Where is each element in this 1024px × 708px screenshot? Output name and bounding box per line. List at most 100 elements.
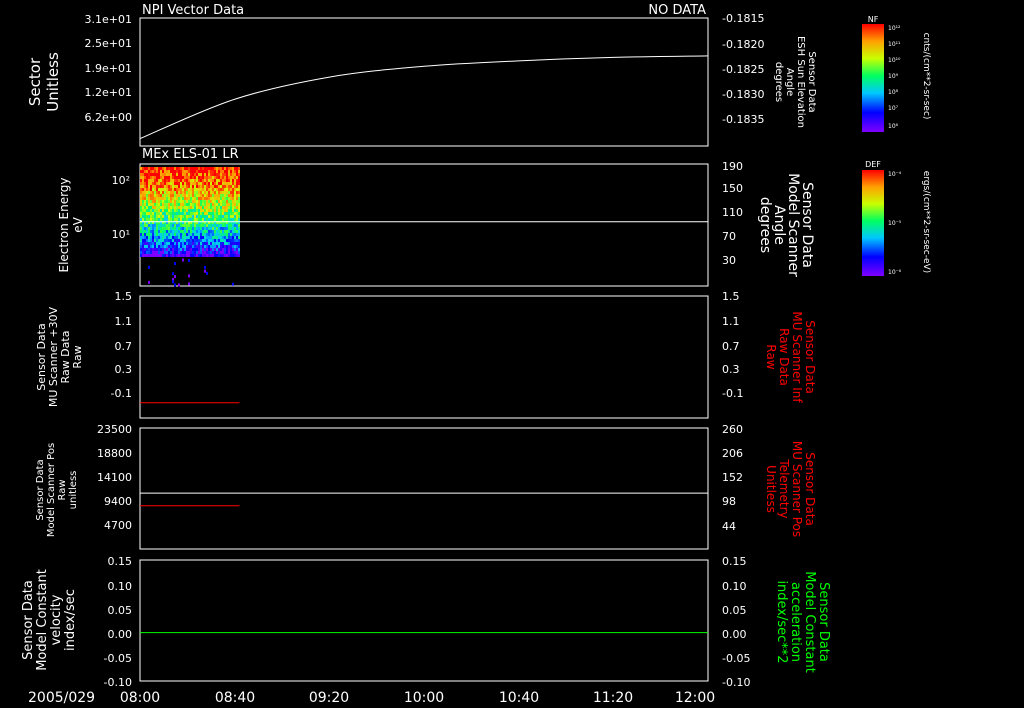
spectrogram-cell bbox=[182, 258, 184, 262]
spectrogram-cell bbox=[186, 224, 188, 227]
spectrogram-cell bbox=[148, 173, 150, 176]
spectrogram-cell bbox=[170, 251, 172, 254]
spectrogram-cell bbox=[182, 230, 184, 233]
spectrogram-cell bbox=[160, 224, 162, 227]
spectrogram-cell bbox=[148, 179, 150, 182]
spectrogram-cell bbox=[174, 188, 176, 191]
spectrogram-cell bbox=[180, 188, 182, 191]
spectrogram-cell bbox=[166, 227, 168, 230]
spectrogram-cell bbox=[192, 251, 194, 254]
spectrogram-cell bbox=[234, 173, 236, 176]
spectrogram-cell bbox=[158, 251, 160, 254]
spectrogram-cell bbox=[188, 179, 190, 182]
spectrogram-cell bbox=[166, 224, 168, 227]
spectrogram-cell bbox=[200, 251, 202, 254]
spectrogram-cell bbox=[214, 251, 216, 254]
spectrogram-cell bbox=[162, 179, 164, 182]
spectrogram-cell bbox=[218, 212, 220, 215]
spectrogram-cell bbox=[210, 179, 212, 182]
spectrogram-cell bbox=[178, 218, 180, 221]
spectrogram-cell bbox=[190, 254, 192, 257]
spectrogram-cell bbox=[186, 230, 188, 233]
spectrogram-cell bbox=[160, 176, 162, 179]
spectrogram-cell bbox=[170, 248, 172, 251]
spectrogram-cell bbox=[140, 167, 142, 170]
spectrogram-cell bbox=[140, 254, 142, 257]
spectrogram-cell bbox=[208, 167, 210, 170]
colorbar-tick: 10¹² bbox=[888, 25, 901, 32]
spectrogram-cell bbox=[202, 224, 204, 227]
spectrogram-cell bbox=[190, 230, 192, 233]
spectrogram-cell bbox=[156, 233, 158, 236]
spectrogram-cell bbox=[202, 233, 204, 236]
spectrogram-cell bbox=[154, 236, 156, 239]
spectrogram-cell bbox=[230, 218, 232, 221]
spectrogram-cell bbox=[188, 251, 190, 254]
spectrogram-cell bbox=[226, 215, 228, 218]
spectrogram-cell bbox=[164, 248, 166, 251]
spectrogram-cell bbox=[148, 265, 150, 269]
spectrogram-cell bbox=[208, 197, 210, 200]
spectrogram-cell bbox=[152, 215, 154, 218]
spectrogram-cell bbox=[186, 233, 188, 236]
spectrogram-cell bbox=[200, 248, 202, 251]
axis-label-line: Sensor Data bbox=[803, 452, 817, 526]
spectrogram-cell bbox=[202, 179, 204, 182]
spectrogram-cell bbox=[170, 176, 172, 179]
spectrogram-cell bbox=[142, 191, 144, 194]
plot-frame bbox=[139, 559, 709, 682]
spectrogram-cell bbox=[238, 170, 240, 173]
spectrogram-cell bbox=[184, 200, 186, 203]
right-ticks: 0.15 0.10 0.05 0.00 -0.05 -0.10 bbox=[722, 555, 750, 689]
spectrogram-cell bbox=[218, 206, 220, 209]
spectrogram-cell bbox=[236, 236, 238, 239]
spectrogram-cell bbox=[218, 203, 220, 206]
spectrogram-cell bbox=[230, 170, 232, 173]
spectrogram-cell bbox=[198, 239, 200, 242]
axis-label-line: Sensor Data bbox=[816, 582, 831, 662]
spectrogram-cell bbox=[176, 206, 178, 209]
spectrogram-cell bbox=[204, 167, 206, 170]
spectrogram-cell bbox=[210, 167, 212, 170]
spectrogram-cell bbox=[236, 197, 238, 200]
spectrogram-cell bbox=[208, 200, 210, 203]
spectrogram-cell bbox=[196, 239, 198, 242]
spectrogram-cell bbox=[156, 254, 158, 257]
spectrogram-cell bbox=[184, 179, 186, 182]
spectrogram-cell bbox=[214, 245, 216, 248]
y-tick-label: 23500 bbox=[97, 423, 132, 436]
spectrogram-cell bbox=[182, 254, 184, 257]
spectrogram-cell bbox=[168, 227, 170, 230]
spectrogram-cell bbox=[152, 218, 154, 221]
spectrogram-cell bbox=[140, 203, 142, 206]
spectrogram-cell bbox=[182, 176, 184, 179]
spectrogram-cell bbox=[206, 200, 208, 203]
spectrogram-cell bbox=[158, 203, 160, 206]
spectrogram-cell bbox=[224, 197, 226, 200]
spectrogram-cell bbox=[190, 215, 192, 218]
spectrogram-cell bbox=[158, 236, 160, 239]
spectrogram-cell bbox=[170, 230, 172, 233]
spectrogram-cell bbox=[156, 179, 158, 182]
spectrogram-cell bbox=[200, 242, 202, 245]
spectrogram-cell bbox=[180, 182, 182, 185]
spectrogram-cell bbox=[166, 218, 168, 221]
spectrogram-cell bbox=[236, 206, 238, 209]
spectrogram-cell bbox=[232, 197, 234, 200]
spectrogram-cell bbox=[172, 185, 174, 188]
y-tick-label: 44 bbox=[722, 520, 736, 533]
spectrogram-cell bbox=[226, 236, 228, 239]
spectrogram-cell bbox=[196, 188, 198, 191]
spectrogram-cell bbox=[202, 173, 204, 176]
spectrogram-cell bbox=[150, 194, 152, 197]
spectrogram-cell bbox=[238, 182, 240, 185]
spectrogram-cell bbox=[158, 224, 160, 227]
spectrogram-cell bbox=[236, 170, 238, 173]
spectrogram-cell bbox=[172, 206, 174, 209]
spectrogram-cell bbox=[232, 251, 234, 254]
spectrogram-cell bbox=[154, 233, 156, 236]
spectrogram-cell bbox=[170, 173, 172, 176]
spectrogram-cell bbox=[210, 206, 212, 209]
spectrogram-cell bbox=[144, 227, 146, 230]
spectrogram-cell bbox=[228, 188, 230, 191]
